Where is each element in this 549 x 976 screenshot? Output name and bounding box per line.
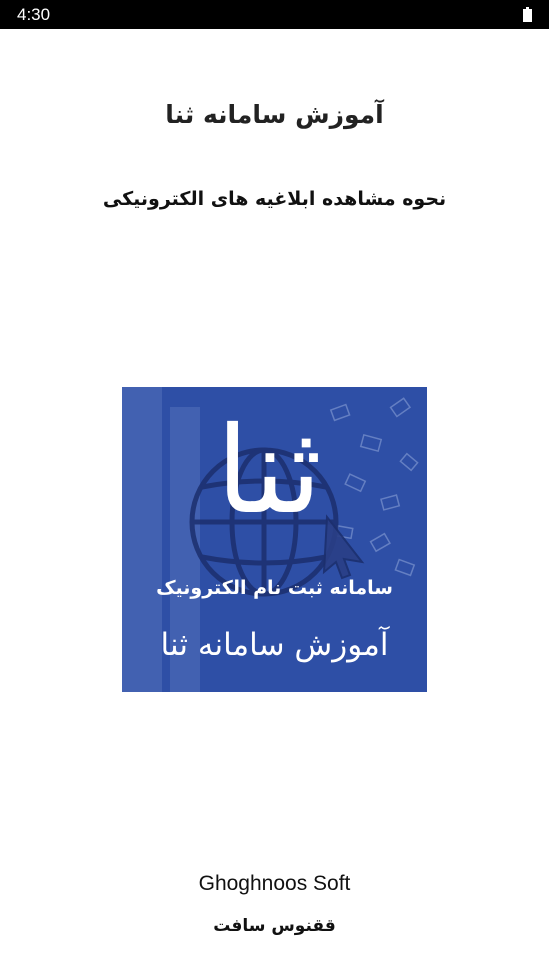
page-title: آموزش سامانه ثنا [165,100,384,129]
logo-letter: ثنا [215,402,322,541]
status-bar: 4:30 [0,0,549,29]
app-logo: ثنا سامانه ثبت نام الکترونیک آموزش سامان… [122,387,427,692]
status-time: 4:30 [17,5,51,24]
logo-caption-large: آموزش سامانه ثنا [160,627,389,663]
logo-caption-small: سامانه ثبت نام الکترونیک [156,577,393,599]
company-name-persian: ققنوس سافت [213,916,336,936]
page-subtitle: نحوه مشاهده ابلاغیه های الکترونیکی [102,188,447,210]
company-name-english: Ghoghnoos Soft [198,872,351,895]
battery-full-icon [523,7,532,22]
